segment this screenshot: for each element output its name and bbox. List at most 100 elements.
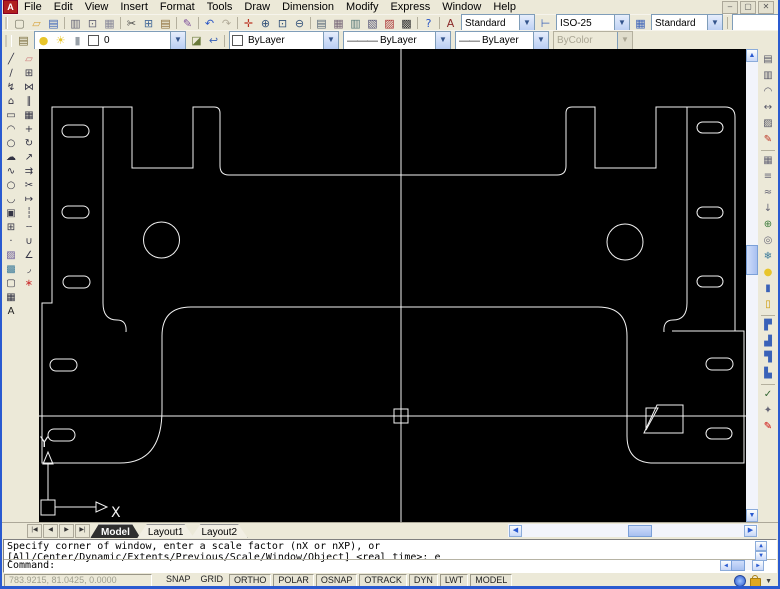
revision-cloud-icon[interactable]: ☁ [3, 151, 19, 165]
help-icon[interactable]: ? [420, 16, 437, 31]
menu-help[interactable]: Help [487, 0, 522, 14]
open-icon[interactable]: ▱ [28, 16, 45, 31]
draworder-bring-to-front-icon[interactable]: ▛ [760, 318, 777, 334]
dimstyle-export-icon[interactable]: ▤ [760, 52, 777, 68]
spline-icon[interactable]: ∿ [3, 165, 19, 179]
arc-icon[interactable]: ◠ [3, 123, 19, 137]
quickcalc-icon[interactable]: ▩ [398, 16, 415, 31]
command-vscroll[interactable]: ▲ ▼ [755, 541, 767, 561]
chamfer-icon[interactable]: ∠ [21, 249, 37, 263]
restore-button[interactable]: ▢ [740, 1, 756, 14]
cut-icon[interactable]: ✂ [123, 16, 140, 31]
designcenter-icon[interactable]: ▦ [330, 16, 347, 31]
toolbar-grip[interactable] [5, 17, 8, 29]
command-hscroll[interactable]: ◀ ▶ [720, 560, 764, 570]
array-icon[interactable]: ▦ [21, 109, 37, 123]
menu-format[interactable]: Format [154, 0, 201, 14]
layer-color-swatch-icon[interactable] [88, 35, 99, 46]
tray-settings-arrow-icon[interactable]: ▼ [765, 578, 772, 585]
layer-walk-icon[interactable]: ≡ [760, 169, 777, 185]
circle-icon[interactable]: ○ [3, 137, 19, 151]
markup-set-manager-icon[interactable]: ▨ [381, 16, 398, 31]
insert-block-icon[interactable]: ▣ [3, 207, 19, 221]
multiline-text-icon[interactable]: A [3, 305, 19, 319]
layer-freeze-sun-icon[interactable]: ☀ [52, 33, 69, 48]
layer-lock-icon[interactable]: ▮ [69, 33, 86, 48]
drawing-area[interactable]: X Y [39, 49, 746, 522]
command-text-area[interactable]: Specify corner of window, enter a scale … [3, 539, 777, 573]
hole-circle-right[interactable] [607, 224, 643, 260]
point-icon[interactable]: · [3, 235, 19, 249]
horizontal-scrollbar[interactable]: ◀ ▶ [508, 524, 758, 537]
publish-icon[interactable]: ▦ [101, 16, 118, 31]
tab-layout1[interactable]: Layout1 [137, 524, 195, 539]
layer-previous-icon[interactable]: ↩ [205, 33, 222, 48]
chevron-down-icon[interactable]: ▼ [435, 32, 450, 49]
gradient-icon[interactable]: ▩ [3, 263, 19, 277]
ellipse-arc-icon[interactable]: ◡ [3, 193, 19, 207]
move-icon[interactable]: + [21, 123, 37, 137]
zoom-window-icon[interactable]: ⊡ [274, 16, 291, 31]
tab-nav-3-button[interactable]: ▶| [75, 524, 90, 538]
redo-icon[interactable]: ↷ [218, 16, 235, 31]
scroll-down-icon[interactable]: ▼ [746, 509, 758, 522]
save-icon[interactable]: ▤ [45, 16, 62, 31]
sheetset-manager-icon[interactable]: ▧ [364, 16, 381, 31]
dim-style-icon[interactable]: ⊢ [537, 16, 554, 31]
trim-icon[interactable]: ✂ [21, 179, 37, 193]
chevron-down-icon[interactable]: ▼ [614, 15, 629, 32]
tab-nav-0-button[interactable]: |◀ [27, 524, 42, 538]
layer-freeze-icon[interactable]: ❄ [760, 249, 777, 265]
stretch-icon[interactable]: ⇉ [21, 165, 37, 179]
make-object-layer-current-icon[interactable]: ◪ [188, 33, 205, 48]
arc-aligned-text-icon[interactable]: ◠ [760, 84, 777, 100]
tool-palettes-icon[interactable]: ▥ [347, 16, 364, 31]
scale-icon[interactable]: ↗ [21, 151, 37, 165]
chevron-down-icon[interactable]: ▼ [533, 32, 548, 49]
trapezoid-detail[interactable] [644, 405, 683, 433]
zoom-realtime-icon[interactable]: ⊕ [257, 16, 274, 31]
bend-line-right[interactable] [664, 107, 687, 332]
menu-view[interactable]: View [79, 0, 115, 14]
layer-properties-manager-icon[interactable]: ▤ [15, 33, 32, 48]
polygon-icon[interactable]: ⌂ [3, 95, 19, 109]
tab-nav-2-button[interactable]: ▶ [59, 524, 74, 538]
offset-icon[interactable]: ∥ [21, 95, 37, 109]
region-icon[interactable]: ▢ [3, 277, 19, 291]
plot-icon[interactable]: ▥ [67, 16, 84, 31]
part-outline[interactable] [42, 107, 744, 463]
fillet-icon[interactable]: ◞ [21, 263, 37, 277]
pan-realtime-icon[interactable]: ✛ [240, 16, 257, 31]
vertical-scrollbar[interactable]: ▲ ▼ [746, 49, 758, 522]
rectangle-icon[interactable]: ▭ [3, 109, 19, 123]
scroll-right-icon[interactable]: ▶ [752, 560, 764, 571]
layer-manager-icon[interactable]: ▦ [760, 153, 777, 169]
redline-markup-icon[interactable]: ✎ [760, 132, 777, 148]
copy-object-icon[interactable]: ⊞ [21, 67, 37, 81]
erase-icon[interactable]: ▱ [21, 53, 37, 67]
layer-lock-icon[interactable]: ▮ [760, 281, 777, 297]
explode-icon[interactable]: ∗ [21, 277, 37, 291]
table-style-icon[interactable]: ▦ [632, 16, 649, 31]
chevron-down-icon[interactable]: ▼ [519, 15, 534, 32]
layer-isolate-icon[interactable]: ◎ [760, 233, 777, 249]
layer-off-icon[interactable]: ● [760, 265, 777, 281]
draworder-send-to-back-icon[interactable]: ▟ [760, 334, 777, 350]
polyline-icon[interactable]: ↯ [3, 81, 19, 95]
menu-express[interactable]: Express [384, 0, 436, 14]
scroll-right-icon[interactable]: ▶ [744, 525, 757, 537]
scroll-up-icon[interactable]: ▲ [755, 541, 767, 551]
text-mask-icon[interactable]: ▨ [760, 116, 777, 132]
tab-model[interactable]: Model [90, 524, 141, 539]
break-at-point-icon[interactable]: ┆ [21, 207, 37, 221]
menu-modify[interactable]: Modify [340, 0, 384, 14]
table-icon[interactable]: ▦ [3, 291, 19, 305]
mirror-icon[interactable]: ⋈ [21, 81, 37, 95]
rotate-icon[interactable]: ↻ [21, 137, 37, 151]
draworder-bring-above-icon[interactable]: ▜ [760, 350, 777, 366]
triangle-detail[interactable] [646, 408, 658, 430]
hatch-icon[interactable]: ▨ [3, 249, 19, 263]
spell-check-icon[interactable]: ✓ [760, 387, 777, 403]
linetype-combo[interactable]: ——— ByLayer ▼ [343, 31, 451, 50]
chevron-down-icon[interactable]: ▼ [170, 32, 185, 49]
